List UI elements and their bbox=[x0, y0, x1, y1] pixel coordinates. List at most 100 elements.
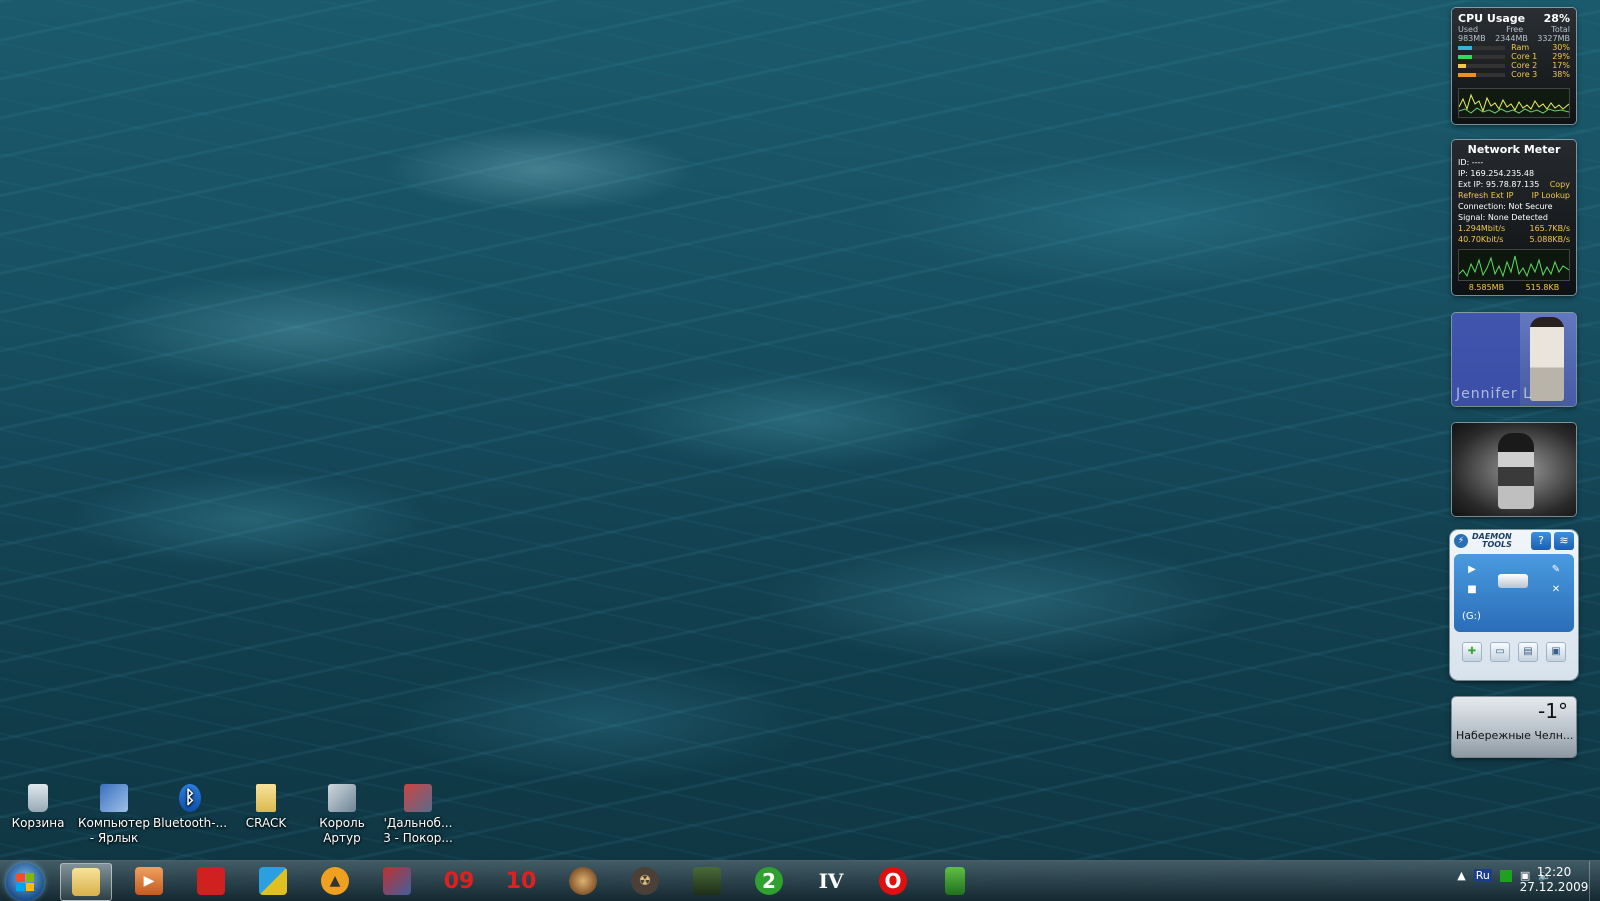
taskbar-aimp[interactable]: ▲ bbox=[310, 863, 360, 899]
net-ext-ip: Ext IP: 95.78.87.135 bbox=[1458, 180, 1540, 189]
stop-icon[interactable]: ■ bbox=[1464, 582, 1480, 598]
boxes-icon bbox=[259, 867, 287, 895]
gta-iv-icon: IV bbox=[818, 869, 844, 893]
folder-icon bbox=[256, 784, 276, 812]
close-icon[interactable]: ✕ bbox=[1548, 582, 1564, 598]
up-speed: 1.294Mbit/s bbox=[1458, 224, 1506, 233]
net-id: ID: ---- bbox=[1458, 158, 1484, 167]
taskbar-app-10[interactable]: 10 bbox=[496, 863, 546, 899]
slideshow-gadget-1[interactable]: Jennifer L bbox=[1452, 313, 1576, 406]
taskbar-app-09[interactable]: 09 bbox=[434, 863, 484, 899]
core3-value: 38% bbox=[1552, 70, 1570, 79]
app-2-icon: 2 bbox=[755, 867, 783, 895]
network-history-graph bbox=[1458, 249, 1570, 281]
desktop-icon-label: Компьютер - Ярлык bbox=[78, 816, 150, 845]
drive-settings-icon[interactable]: ▣ bbox=[1546, 642, 1566, 662]
desktop-icon-computer[interactable]: Компьютер - Ярлык bbox=[76, 784, 152, 846]
taskbar-boxes[interactable] bbox=[248, 863, 298, 899]
up-rate: 165.7KB/s bbox=[1529, 224, 1571, 233]
app-09-icon: 09 bbox=[443, 868, 475, 894]
virtual-drive-panel[interactable]: ▶ ■ ✎ ✕ (G:) bbox=[1454, 554, 1574, 632]
opera-icon: O bbox=[879, 867, 907, 895]
taskbar-opera[interactable]: O bbox=[868, 863, 918, 899]
wrench-icon[interactable]: ✎ bbox=[1548, 562, 1564, 578]
monitor-icon bbox=[197, 867, 225, 895]
ram-value: 30% bbox=[1552, 43, 1570, 52]
start-button[interactable] bbox=[6, 863, 44, 901]
desktop-icon-bluetooth[interactable]: ᛒ Bluetooth-... bbox=[152, 784, 228, 831]
core1-value: 29% bbox=[1552, 52, 1570, 61]
free-value: 2344MB bbox=[1495, 34, 1528, 43]
add-image-icon[interactable]: ✚ bbox=[1462, 642, 1482, 662]
game-shortcut-icon bbox=[328, 784, 356, 812]
taskbar-explorer[interactable] bbox=[60, 863, 112, 901]
daemon-tools-gadget[interactable]: ⚡ DAEMON TOOLS ? ≋ ▶ ■ ✎ ✕ (G:) ✚ ▭ ▤ ▣ bbox=[1450, 530, 1578, 680]
net-connection: Connection: Not Secure bbox=[1458, 202, 1553, 211]
drive-icon bbox=[1498, 574, 1528, 588]
total-header: Total bbox=[1551, 25, 1570, 34]
taskbar-gta-iv[interactable]: IV bbox=[806, 863, 856, 899]
help-button[interactable]: ? bbox=[1531, 532, 1551, 550]
ram-row: Ram 30% bbox=[1452, 43, 1576, 52]
language-indicator[interactable]: Ru bbox=[1473, 869, 1492, 882]
system-clock[interactable]: 12:20 27.12.2009 bbox=[1514, 865, 1594, 895]
taskbar: ▶ ▲ 09 10 ☢ 2 IV O ▲ Ru ▣ 🔈 12:20 27.12.… bbox=[0, 860, 1600, 901]
face-icon bbox=[569, 867, 597, 895]
network-meter-gadget[interactable]: Network Meter ID: ---- IP: 169.254.235.4… bbox=[1452, 140, 1576, 295]
photo-figure bbox=[1498, 433, 1534, 509]
down-speed: 40.70Kbit/s bbox=[1458, 235, 1504, 244]
game-icon bbox=[383, 867, 411, 895]
drive-label: (G:) bbox=[1462, 611, 1481, 622]
tool-icon bbox=[945, 867, 965, 895]
taskbar-game-face[interactable] bbox=[558, 863, 608, 899]
taskbar-media-player[interactable]: ▶ bbox=[124, 863, 174, 899]
slideshow-gadget-2[interactable] bbox=[1452, 423, 1576, 516]
triangle-player-icon: ▲ bbox=[321, 867, 349, 895]
weather-city: Набережные Челн... bbox=[1456, 729, 1574, 742]
truck-game-icon bbox=[404, 784, 432, 812]
ip-lookup-link[interactable]: IP Lookup bbox=[1532, 190, 1570, 201]
taskbar-tool[interactable] bbox=[930, 863, 980, 899]
windows-logo-icon bbox=[16, 873, 34, 891]
show-desktop-button[interactable] bbox=[1589, 861, 1600, 901]
free-header: Free bbox=[1506, 25, 1524, 34]
refresh-ext-ip-link[interactable]: Refresh Ext IP bbox=[1458, 190, 1513, 201]
taskbar-soldier[interactable] bbox=[682, 863, 732, 899]
desktop-icon-label: 'Дальноб... 3 - Покор... bbox=[383, 816, 453, 845]
desktop-icon-recycle-bin[interactable]: Корзина bbox=[0, 784, 76, 831]
taskbar-monitor[interactable] bbox=[186, 863, 236, 899]
ram-label: Ram bbox=[1511, 43, 1530, 52]
used-header: Used bbox=[1458, 25, 1479, 34]
show-hidden-icons-icon[interactable]: ▲ bbox=[1457, 869, 1465, 882]
taskbar-app-2[interactable]: 2 bbox=[744, 863, 794, 899]
bluetooth-icon: ᛒ bbox=[179, 784, 201, 812]
core3-row: Core 3 38% bbox=[1452, 70, 1576, 79]
taskbar-game[interactable] bbox=[372, 863, 422, 899]
play-icon[interactable]: ▶ bbox=[1464, 562, 1480, 578]
total-value: 3327MB bbox=[1537, 34, 1570, 43]
brand-line-2: TOOLS bbox=[1482, 540, 1512, 549]
play-icon: ▶ bbox=[135, 867, 163, 895]
computer-icon bbox=[100, 784, 128, 812]
desktop-icon-king-arthur[interactable]: Король Артур bbox=[304, 784, 380, 846]
desktop-icon-crack[interactable]: CRACK bbox=[228, 784, 304, 831]
desktop-icon-label: Bluetooth-... bbox=[152, 816, 228, 830]
open-folder-icon[interactable]: ▭ bbox=[1490, 642, 1510, 662]
core2-value: 17% bbox=[1552, 61, 1570, 70]
total-up: 8.585MB bbox=[1468, 283, 1505, 292]
photo-caption: Jennifer L bbox=[1456, 386, 1532, 402]
core3-label: Core 3 bbox=[1511, 70, 1538, 79]
cpu-usage-gadget[interactable]: CPU Usage 28% Used Free Total 983MB 2344… bbox=[1452, 8, 1576, 124]
rss-icon[interactable]: ≋ bbox=[1554, 532, 1574, 550]
image-catalog-icon[interactable]: ▤ bbox=[1518, 642, 1538, 662]
desktop-icon-dalnoboyshchiki[interactable]: 'Дальноб... 3 - Покор... bbox=[380, 784, 456, 846]
recycle-bin-icon bbox=[28, 784, 48, 812]
network-meter-title: Network Meter bbox=[1467, 143, 1561, 156]
cpu-history-graph bbox=[1458, 88, 1570, 118]
taskbar-stalker[interactable]: ☢ bbox=[620, 863, 670, 899]
net-ip: IP: 169.254.235.48 bbox=[1458, 169, 1535, 178]
tray-app-icon[interactable] bbox=[1499, 869, 1512, 882]
net-signal: Signal: None Detected bbox=[1458, 213, 1548, 222]
copy-link[interactable]: Copy bbox=[1550, 179, 1570, 190]
weather-gadget[interactable]: -1° Набережные Челн... bbox=[1452, 697, 1576, 757]
